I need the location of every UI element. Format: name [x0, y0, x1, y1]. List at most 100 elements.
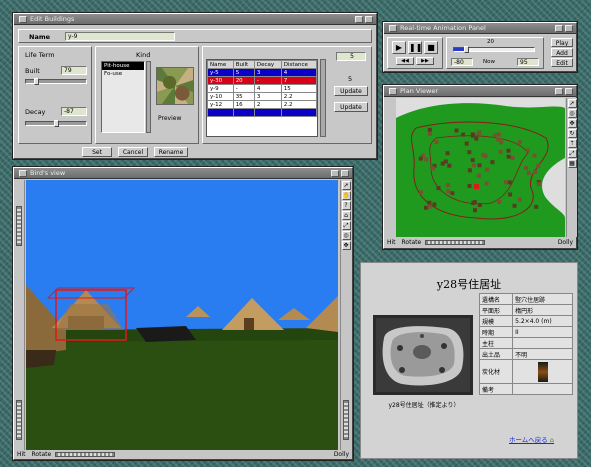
menu-icon[interactable]: [19, 15, 27, 23]
pan-icon[interactable]: ✥: [567, 119, 577, 128]
kind-list-scrollbar[interactable]: [146, 61, 151, 133]
decay-slider-knob[interactable]: [54, 120, 59, 127]
table-header[interactable]: Decay: [253, 60, 282, 69]
tilt-icon[interactable]: ⤢: [567, 149, 577, 158]
time-start-field[interactable]: -80: [451, 58, 473, 66]
decay-slider[interactable]: [25, 120, 87, 127]
pointer-icon[interactable]: ➚: [567, 99, 577, 108]
table-cell[interactable]: 2.2: [280, 92, 318, 101]
table-row[interactable]: y-10 35 3 2.2: [207, 92, 318, 101]
table-cell[interactable]: 20: [232, 76, 255, 85]
time-slider[interactable]: [453, 46, 535, 53]
stop-button[interactable]: ■: [424, 41, 438, 54]
update-button-2[interactable]: Update: [334, 102, 368, 112]
table-cell[interactable]: 16: [232, 100, 255, 109]
cancel-button[interactable]: Cancel: [118, 147, 148, 157]
minimize-icon[interactable]: [355, 15, 363, 23]
plan-map-view[interactable]: [396, 98, 565, 237]
3d-scene-view[interactable]: [26, 180, 338, 450]
minimize-icon[interactable]: [555, 24, 563, 32]
rotate-icon[interactable]: ↻: [567, 129, 577, 138]
menu-icon[interactable]: [389, 87, 397, 95]
table-cell[interactable]: 2.2: [280, 100, 318, 109]
set-button[interactable]: Set: [82, 147, 112, 157]
bird-view-titlebar[interactable]: Bird's view: [14, 168, 352, 179]
table-cell[interactable]: -: [232, 84, 255, 93]
seek-icon[interactable]: ✥: [341, 241, 351, 250]
decay-field[interactable]: -87: [61, 107, 87, 116]
table-cell[interactable]: 2: [253, 100, 282, 109]
pause-button[interactable]: ❚❚: [408, 41, 422, 54]
left-thumbwheel-top[interactable]: [16, 206, 22, 246]
time-end-field[interactable]: 95: [517, 58, 539, 66]
table-cell[interactable]: y-9: [207, 84, 234, 93]
table-cell[interactable]: 35: [232, 92, 255, 101]
home-view-icon[interactable]: ⌂: [341, 211, 351, 220]
fit-view-icon[interactable]: ◎: [341, 231, 351, 240]
play-mode-button[interactable]: Play: [551, 38, 573, 47]
table-cell[interactable]: [232, 108, 255, 117]
built-slider-knob[interactable]: [34, 78, 39, 85]
close-icon[interactable]: [341, 169, 349, 177]
rewind-button[interactable]: ◀◀: [396, 57, 414, 65]
kind-item[interactable]: Fo-use: [102, 70, 144, 78]
kind-item-selected[interactable]: Pit-house: [102, 62, 144, 70]
pointer-icon[interactable]: ➚: [341, 181, 351, 190]
table-cell[interactable]: y-30: [207, 76, 234, 85]
close-icon[interactable]: [565, 24, 573, 32]
home-link[interactable]: ホームへ戻る ⌂: [509, 434, 554, 444]
edit-window-titlebar[interactable]: Edit Buildings: [14, 14, 376, 25]
zoom-icon[interactable]: ◎: [567, 109, 577, 118]
table-row[interactable]: y-9-4 15: [207, 84, 318, 93]
table-row[interactable]: y-5 5 3 4: [207, 68, 318, 77]
perspective-icon[interactable]: ⤢: [341, 221, 351, 230]
built-slider[interactable]: [25, 78, 87, 85]
side-value-field[interactable]: 5: [336, 52, 366, 61]
table-cell[interactable]: [253, 108, 282, 117]
forward-button[interactable]: ▶▶: [416, 57, 434, 65]
table-cell[interactable]: 3: [253, 68, 282, 77]
close-icon[interactable]: [565, 87, 573, 95]
table-cell[interactable]: -: [253, 76, 282, 85]
edit-button[interactable]: Edit: [551, 58, 573, 67]
table-cell[interactable]: 7: [280, 76, 318, 85]
table-cell[interactable]: 5: [232, 68, 255, 77]
plan-viewer-titlebar[interactable]: Plan Viewer: [384, 86, 576, 97]
table-scrollbar[interactable]: [320, 59, 326, 137]
name-field[interactable]: y-9: [65, 32, 175, 41]
left-thumbwheel-bottom[interactable]: [16, 400, 22, 440]
help-icon[interactable]: ?: [341, 201, 351, 210]
play-button[interactable]: ▶: [392, 41, 406, 54]
add-button[interactable]: Add: [551, 48, 573, 57]
table-cell[interactable]: [207, 108, 234, 117]
update-button[interactable]: Update: [334, 86, 368, 96]
menu-icon[interactable]: [19, 169, 27, 177]
table-cell[interactable]: y-12: [207, 100, 234, 109]
table-header[interactable]: Name: [207, 60, 234, 69]
menu-icon[interactable]: [389, 24, 397, 32]
rotate-thumbwheel[interactable]: [425, 240, 486, 245]
table-cell[interactable]: 3: [253, 92, 282, 101]
table-row[interactable]: [207, 108, 318, 117]
table-cell[interactable]: [280, 108, 318, 117]
built-field[interactable]: 79: [61, 66, 87, 75]
right-thumbwheel[interactable]: [343, 400, 349, 440]
table-cell[interactable]: y-5: [207, 68, 234, 77]
table-row[interactable]: y-30 20-7: [207, 76, 318, 85]
table-cell[interactable]: 15: [280, 84, 318, 93]
table-header[interactable]: Distance: [280, 60, 318, 69]
table-cell[interactable]: 4: [280, 68, 318, 77]
table-header[interactable]: Built: [232, 60, 255, 69]
rename-button[interactable]: Rename: [154, 147, 188, 157]
walk-icon[interactable]: ⇡: [567, 139, 577, 148]
kind-list[interactable]: Pit-house Fo-use: [101, 61, 145, 133]
table-row[interactable]: y-12 16 2 2.2: [207, 100, 318, 109]
hand-icon[interactable]: ✋: [341, 191, 351, 200]
time-slider-knob[interactable]: [464, 46, 469, 53]
table-cell[interactable]: y-10: [207, 92, 234, 101]
minimize-icon[interactable]: [331, 169, 339, 177]
grid-icon[interactable]: ▦: [567, 159, 577, 168]
minimize-icon[interactable]: [555, 87, 563, 95]
animation-window-titlebar[interactable]: Real-time Animation Panel: [384, 23, 576, 34]
maximize-icon[interactable]: [365, 15, 373, 23]
